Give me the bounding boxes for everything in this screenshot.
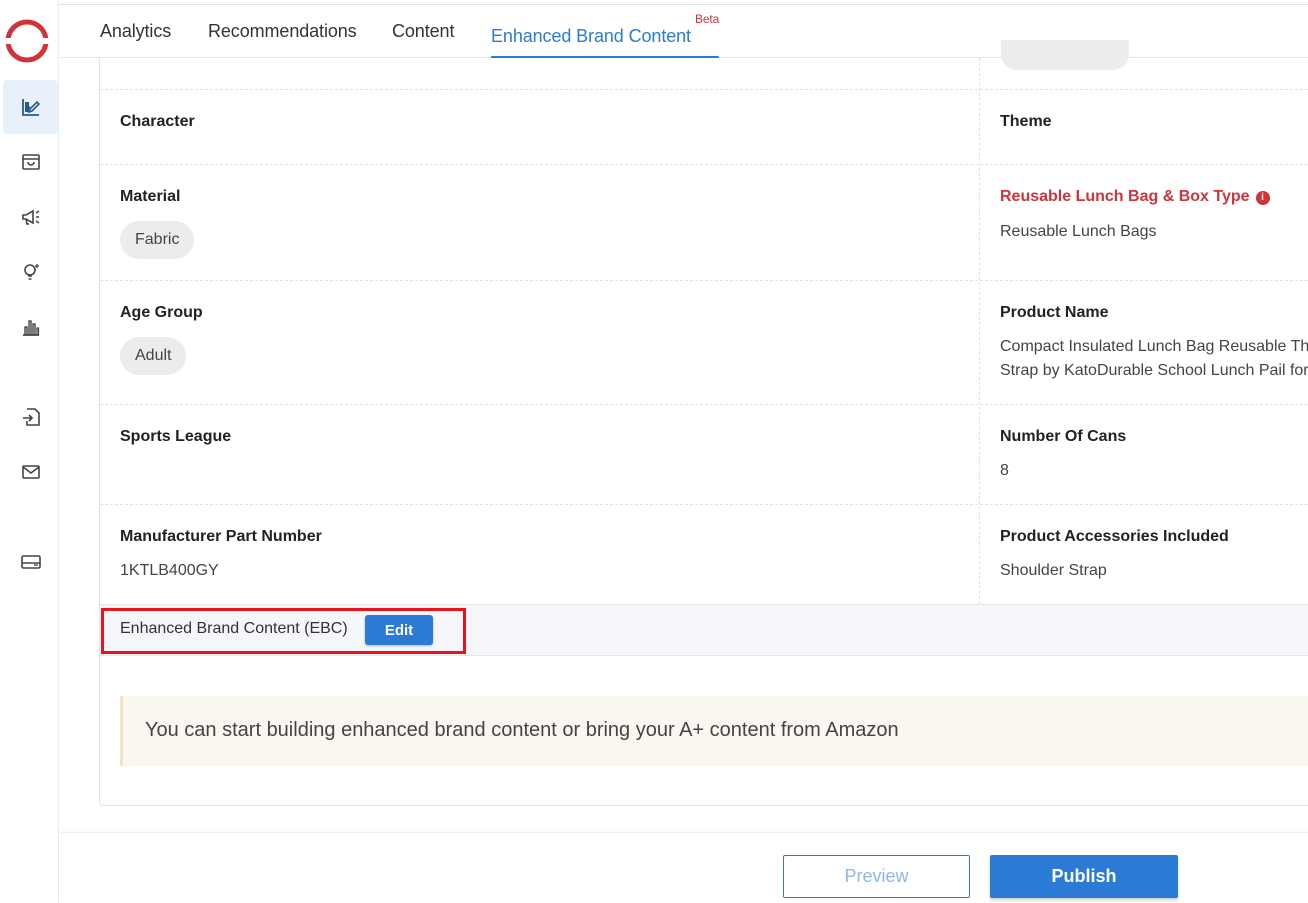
tab-label: Recommendations <box>208 21 357 41</box>
ebc-section-header: Enhanced Brand Content (EBC) Edit <box>100 604 1308 656</box>
product-name-line1: Compact Insulated Lunch Bag Reusable Th <box>1000 338 1308 355</box>
sidebar <box>0 0 59 903</box>
sidebar-item-marketing[interactable] <box>3 190 58 244</box>
sidebar-item-content[interactable] <box>3 80 58 134</box>
publish-button[interactable]: Publish <box>990 855 1178 898</box>
lunch-bag-type-label: Reusable Lunch Bag & Box Type i <box>1000 188 1270 206</box>
attribute-row: Manufacturer Part Number 1KTLB400GY Prod… <box>100 505 1308 604</box>
ebc-notice-text: You can start building enhanced brand co… <box>145 719 899 741</box>
attribute-row: Character Theme <box>100 90 1308 165</box>
brand-logo-icon[interactable] <box>4 18 50 64</box>
age-group-label: Age Group <box>120 304 203 321</box>
tab-recommendations[interactable]: Recommendations <box>208 5 357 58</box>
sidebar-item-billing[interactable] <box>3 535 58 589</box>
tab-analytics[interactable]: Analytics <box>100 5 171 58</box>
ebc-edit-button[interactable]: Edit <box>365 615 433 645</box>
product-content-icon <box>21 99 40 116</box>
ebc-label: Enhanced Brand Content (EBC) <box>120 620 348 637</box>
attribute-row: Sports League Number Of Cans 8 <box>100 405 1308 505</box>
lunch-bag-type-text: Reusable Lunch Bag & Box Type <box>1000 188 1250 205</box>
beta-badge: Beta <box>694 12 720 26</box>
number-of-cans-value: 8 <box>1000 462 1009 479</box>
tab-label: Content <box>392 21 455 41</box>
sidebar-item-insights[interactable] <box>3 245 58 299</box>
tab-content[interactable]: Content <box>392 5 454 58</box>
attribute-row: Material Fabric Reusable Lunch Bag & Box… <box>100 165 1308 281</box>
action-footer: Preview Publish <box>59 832 1308 903</box>
mail-icon <box>21 465 40 479</box>
megaphone-icon <box>21 209 39 225</box>
attribute-row: Age Group Adult Product Name Compact Ins… <box>100 281 1308 405</box>
sports-league-label: Sports League <box>120 428 232 445</box>
sidebar-item-analytics[interactable] <box>3 300 58 354</box>
file-import-icon <box>22 408 40 426</box>
attributes-card: Character Theme Material Fabric Reusable… <box>99 40 1308 806</box>
shopping-bag-icon <box>21 154 40 170</box>
attribute-row <box>100 58 1308 90</box>
character-label: Character <box>120 113 195 130</box>
product-name-line2: Strap by KatoDurable School Lunch Pail f… <box>1000 362 1308 379</box>
ebc-notice: You can start building enhanced brand co… <box>120 696 1308 766</box>
tab-label: Analytics <box>100 21 172 41</box>
tab-label: Enhanced Brand Content <box>491 26 691 46</box>
material-chip[interactable]: Fabric <box>120 221 195 259</box>
sidebar-item-orders[interactable] <box>3 135 58 189</box>
material-label: Material <box>120 188 181 205</box>
sidebar-item-import[interactable] <box>3 390 58 444</box>
number-of-cans-label: Number Of Cans <box>1000 428 1127 445</box>
info-icon[interactable]: i <box>1255 191 1270 205</box>
lightbulb-icon <box>23 264 39 280</box>
product-name-label: Product Name <box>1000 304 1109 321</box>
lunch-bag-type-value: Reusable Lunch Bags <box>1000 223 1157 240</box>
preview-button[interactable]: Preview <box>783 855 970 898</box>
tab-enhanced-brand-content[interactable]: Enhanced Brand ContentBeta <box>491 5 720 59</box>
theme-label: Theme <box>1000 113 1052 130</box>
accessories-label: Product Accessories Included <box>1000 528 1229 545</box>
mpn-value: 1KTLB400GY <box>120 562 219 579</box>
mpn-label: Manufacturer Part Number <box>120 528 322 545</box>
wallet-icon <box>20 555 41 569</box>
age-group-chip[interactable]: Adult <box>120 337 187 375</box>
bar-chart-icon <box>22 320 39 336</box>
accessories-value: Shoulder Strap <box>1000 562 1107 579</box>
sidebar-item-messages[interactable] <box>3 445 58 499</box>
